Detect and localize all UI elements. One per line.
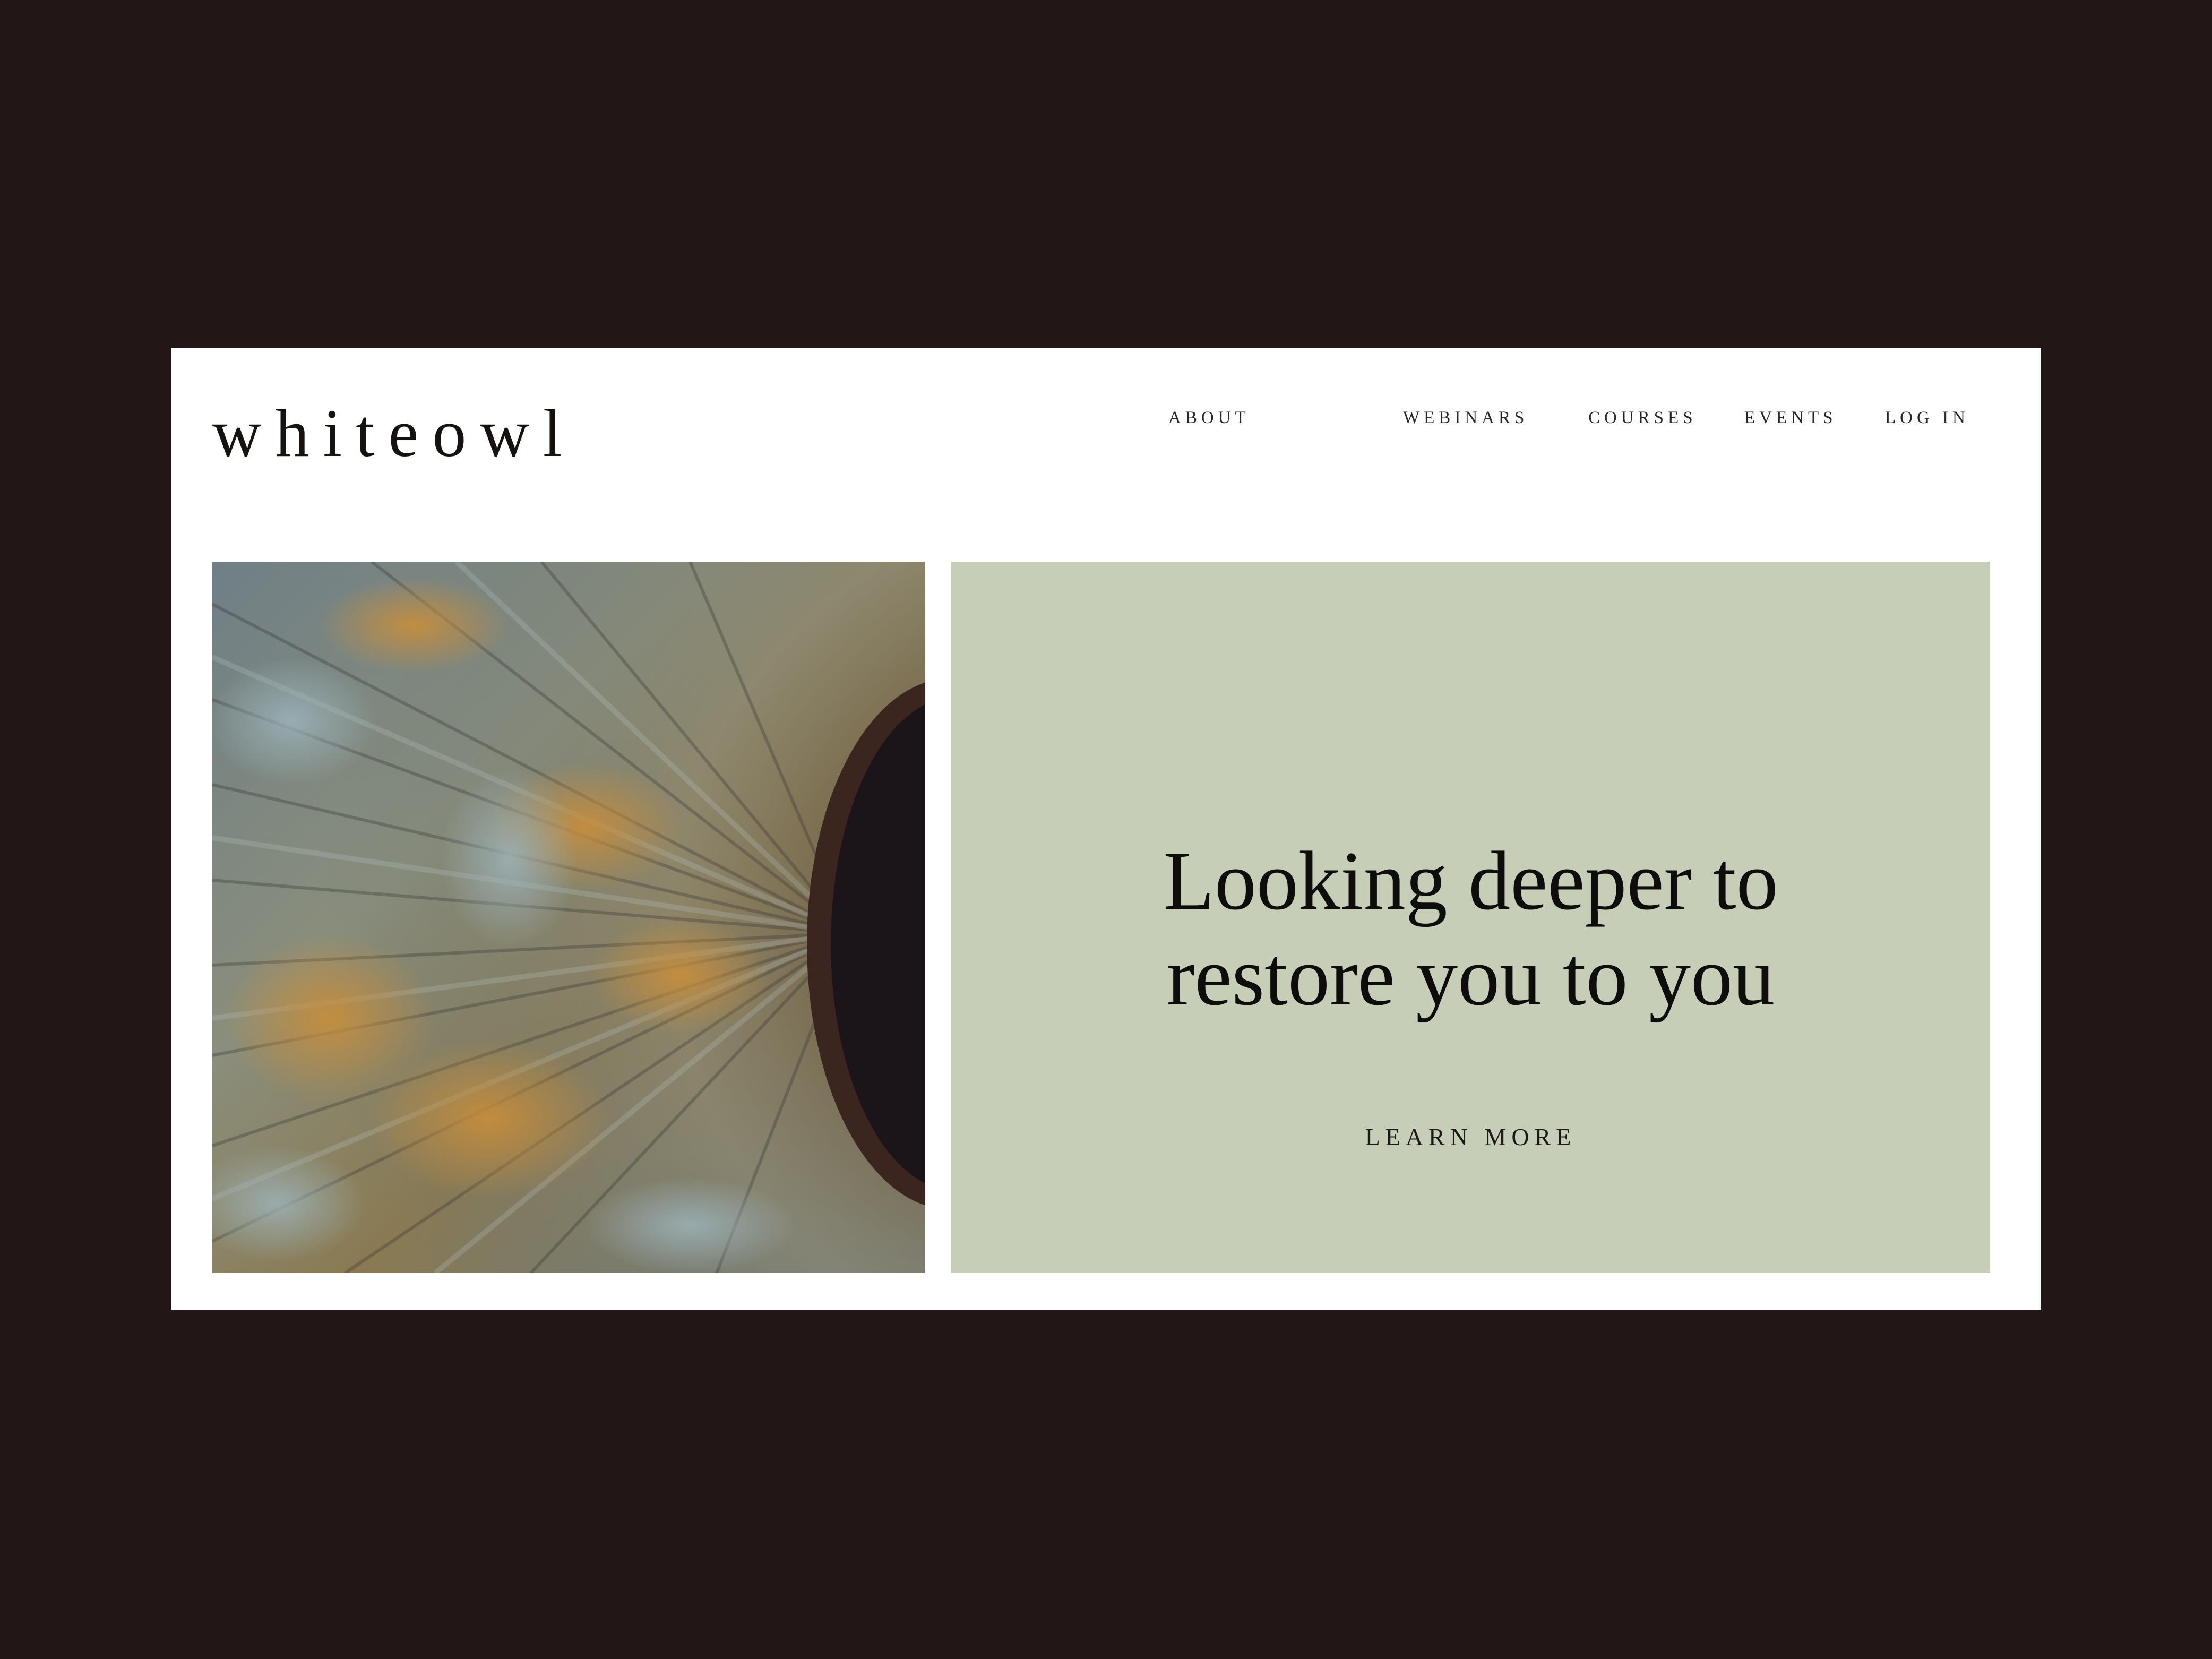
- hero-headline: Looking deeper to restore you to you: [951, 833, 1990, 1025]
- main-nav: ABOUT WEBINARS COURSES EVENTS LOG IN: [171, 405, 2041, 431]
- hero-iris-image: [212, 562, 925, 1273]
- learn-more-link[interactable]: LEARN MORE: [951, 1121, 1990, 1153]
- nav-item-webinars[interactable]: WEBINARS: [1403, 405, 1528, 431]
- nav-item-log-in[interactable]: LOG IN: [1885, 405, 1969, 431]
- hero-headline-line-1: Looking deeper to: [1163, 835, 1778, 927]
- nav-item-courses[interactable]: COURSES: [1588, 405, 1697, 431]
- iris-photo-icon: [212, 562, 925, 1273]
- website-frame: whiteowl ABOUT WEBINARS COURSES EVENTS L…: [171, 348, 2041, 1310]
- nav-item-events[interactable]: EVENTS: [1744, 405, 1837, 431]
- hero-headline-line-2: restore you to you: [1166, 930, 1775, 1023]
- nav-item-about[interactable]: ABOUT: [1168, 405, 1250, 431]
- hero-text-panel: Looking deeper to restore you to you LEA…: [951, 562, 1990, 1273]
